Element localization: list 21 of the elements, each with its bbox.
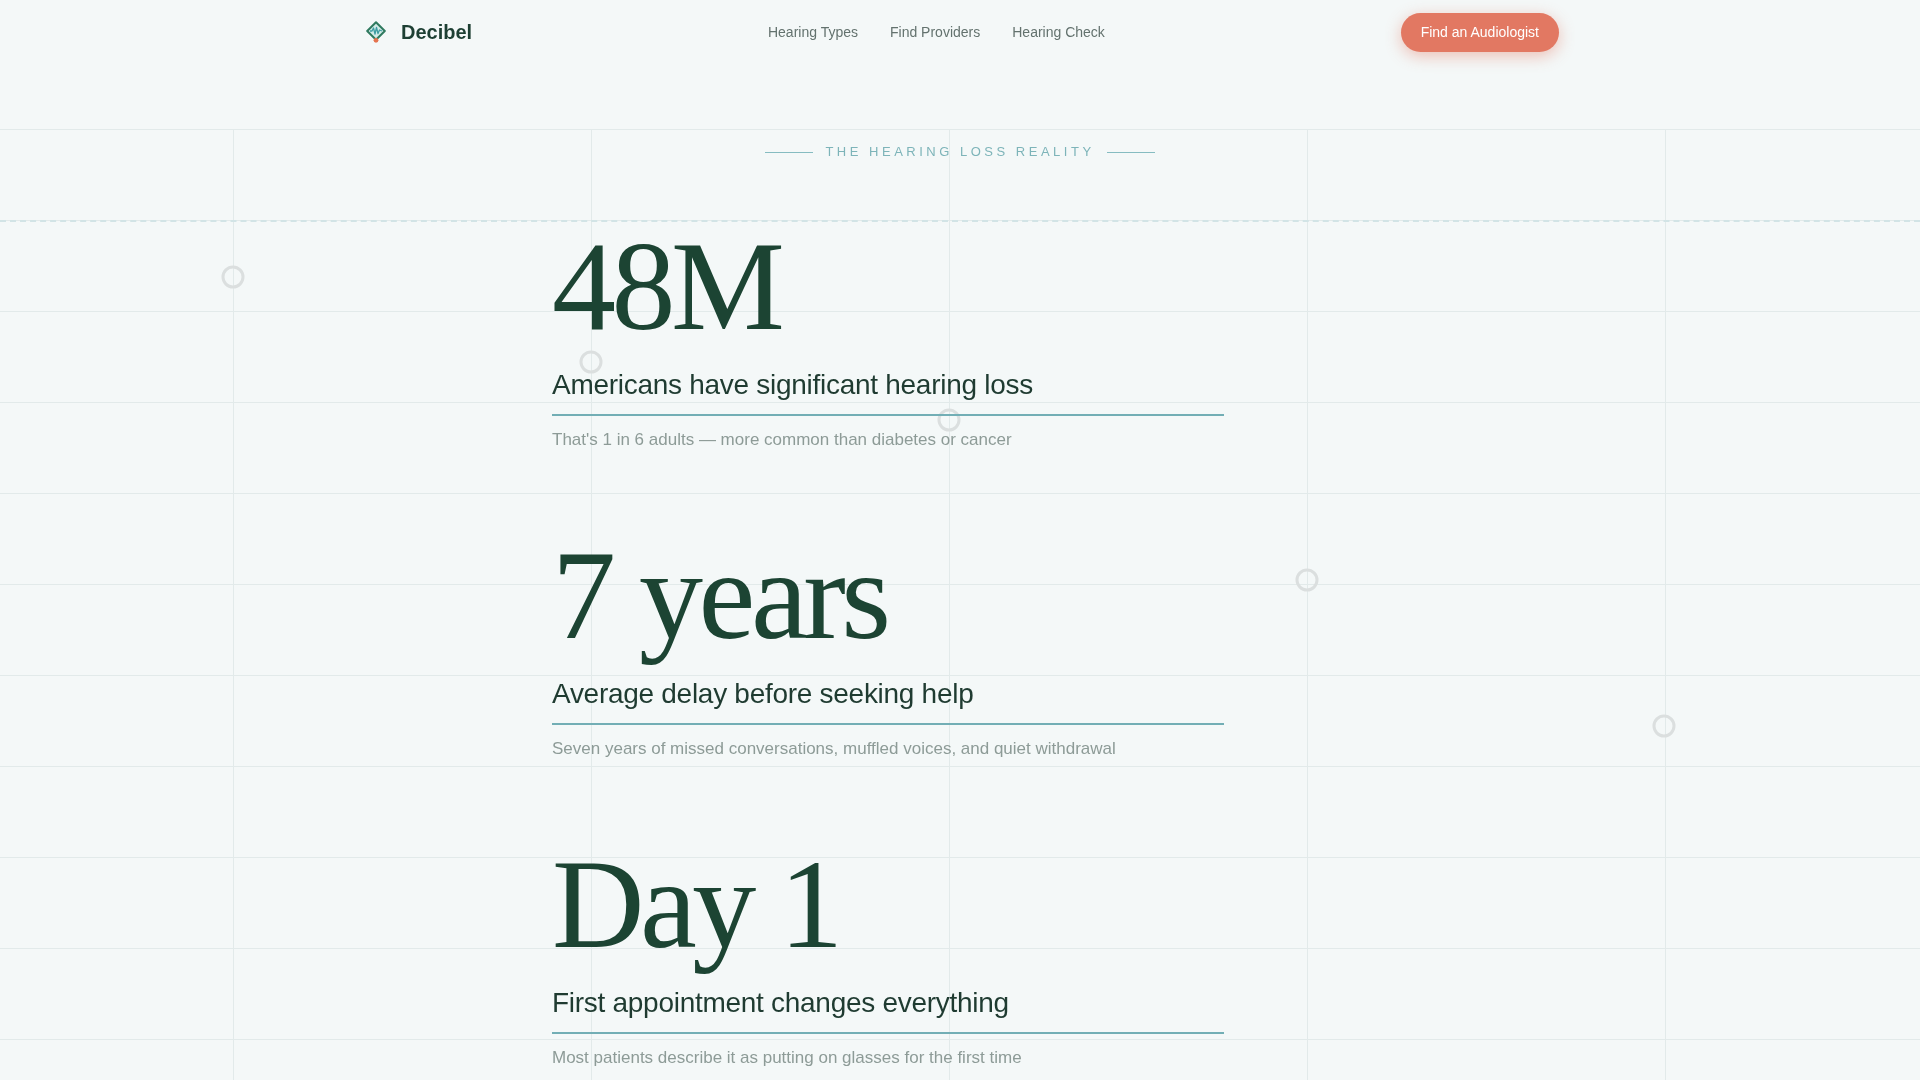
stat-description: Most patients describe it as putting on glasses for the first time [552, 1047, 1023, 1069]
find-audiologist-button[interactable]: Find an Audiologist [1400, 12, 1559, 52]
stat-figure: 48M [552, 222, 782, 358]
nav-link[interactable]: Hearing Types [767, 22, 858, 42]
stat-label: First appointment changes everything [552, 985, 1224, 1034]
stat-figure: 7 years [552, 531, 888, 667]
ring-icon [1295, 568, 1319, 592]
ring-icon [937, 408, 961, 432]
stat-label: Americans have significant hearing loss [552, 367, 1224, 416]
stat-description: Seven years of missed conversations, muffled voices, and quiet withdrawal [552, 738, 1117, 760]
brand-name[interactable]: Decibel [401, 20, 473, 44]
ring-icon [221, 265, 245, 289]
ring-icon [1652, 714, 1676, 738]
stat-label: Average delay before seeking help [552, 676, 1224, 725]
stat-description: That's 1 in 6 adults — more common than diabetes or cancer [552, 429, 1013, 451]
ring-icon [579, 350, 603, 374]
stat-figure: Day 1 [552, 840, 840, 976]
diamond-wave-logo-icon [366, 21, 386, 43]
section-heading: THE HEARING LOSS REALITY [825, 143, 1095, 161]
nav-link[interactable]: Find Providers [890, 22, 981, 42]
nav-link[interactable]: Hearing Check [1012, 22, 1105, 42]
